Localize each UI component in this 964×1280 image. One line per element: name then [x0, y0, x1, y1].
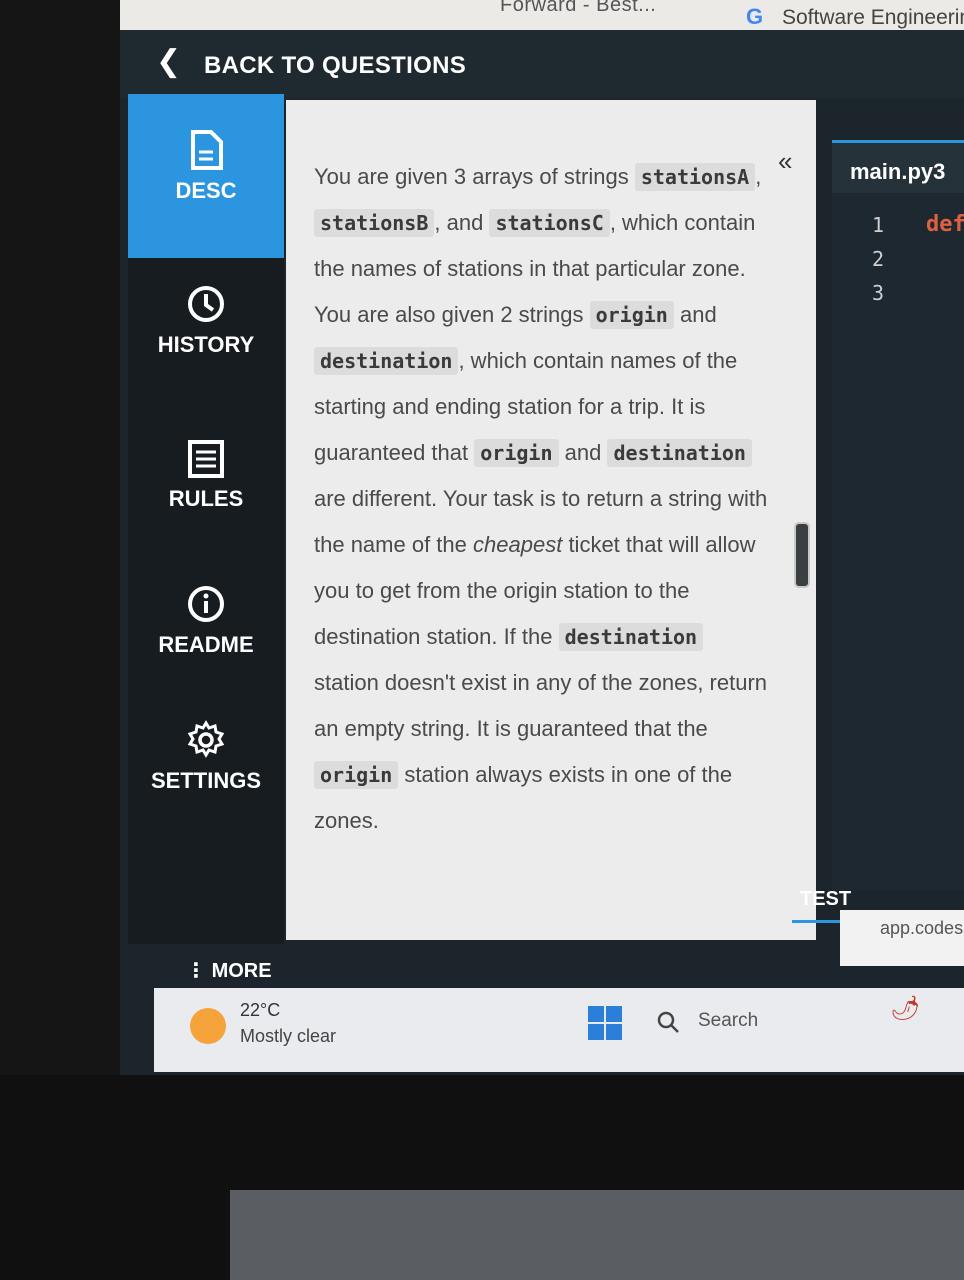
sidebar-item-label: HISTORY [157, 332, 255, 357]
url-status-chip: app.codesi [840, 910, 964, 966]
taskbar-search[interactable]: Search [648, 1002, 848, 1042]
info-icon [188, 586, 224, 622]
sidebar-item-label: README [158, 632, 254, 657]
code-origin: origin [314, 761, 399, 789]
code-destination: destination [558, 623, 704, 651]
back-to-questions-link[interactable]: BACK TO QUESTIONS [204, 52, 466, 80]
description-panel: « You are given 3 arrays of strings stat… [286, 100, 816, 940]
sidebar-item-label: RULES [168, 486, 244, 511]
page-header: ❮ BACK TO QUESTIONS [120, 30, 964, 98]
clock-icon [188, 286, 224, 322]
browser-tab-software-engineering[interactable]: Software Engineerin [782, 6, 964, 30]
line-number: 1 [871, 213, 884, 237]
google-g-icon: G [746, 4, 764, 29]
sidebar: DESC HISTORY RULES README SETTINGS [128, 94, 284, 944]
sidebar-item-settings[interactable]: SETTINGS [128, 720, 284, 830]
search-label: Search [698, 1010, 759, 1031]
sidebar-item-history[interactable]: HISTORY [128, 284, 284, 394]
code-origin: origin [589, 301, 674, 329]
more-label: MORE [211, 960, 272, 982]
file-tab-label: main.py3 [850, 159, 946, 184]
more-menu-button[interactable]: ⋮ MORE [186, 958, 272, 983]
code-stationsC: stationsC [489, 209, 610, 237]
sidebar-item-label: SETTINGS [150, 768, 261, 793]
document-icon [191, 130, 223, 170]
windows-start-icon[interactable] [588, 1006, 622, 1040]
more-vertical-icon: ⋮ [186, 960, 212, 982]
sidebar-item-desc[interactable]: DESC [128, 94, 284, 258]
desc-text: You are given 3 arrays of strings [314, 164, 629, 189]
desc-text: , [755, 164, 762, 189]
status-url: app.codesi [880, 918, 964, 938]
code-stationsA: stationsA [634, 163, 756, 191]
line-number: 2 [871, 247, 884, 271]
desc-text: and [679, 302, 717, 327]
line-number-gutter: 1 2 3 [860, 208, 884, 310]
tab-tests[interactable]: TEST [800, 888, 851, 911]
desc-text: station doesn't exist in any of the zone… [314, 670, 768, 741]
weather-condition[interactable]: Mostly clear [240, 1026, 336, 1047]
pepper-widget-icon[interactable]: 🌶 [890, 994, 920, 1023]
code-destination: destination [607, 439, 752, 467]
list-icon [188, 440, 224, 478]
sidebar-item-label: DESC [175, 178, 237, 203]
desc-emphasis: cheapest [473, 532, 563, 557]
search-icon [657, 1011, 679, 1033]
code-destination: destination [314, 347, 459, 375]
gear-icon [187, 720, 225, 758]
code-origin: origin [474, 439, 559, 467]
desc-text: and [564, 440, 602, 465]
weather-moon-icon[interactable] [190, 1008, 226, 1044]
panel-resize-handle[interactable] [794, 522, 810, 588]
code-line-1[interactable]: def [926, 212, 964, 237]
laptop-keyboard-deck [230, 1190, 964, 1280]
chevron-left-icon[interactable]: ❮ [156, 44, 181, 79]
screen: Forward - Best... G Software Engineerin … [120, 0, 964, 1075]
sidebar-item-rules[interactable]: RULES [128, 440, 284, 550]
line-number: 3 [871, 281, 884, 305]
browser-tab-previous[interactable]: Forward - Best... [500, 0, 656, 17]
problem-description: You are given 3 arrays of strings statio… [314, 154, 774, 844]
weather-temperature[interactable]: 22°C [240, 1000, 280, 1021]
code-stationsB: stationsB [314, 209, 435, 237]
desc-text: , and [434, 210, 484, 235]
double-chevron-left-icon[interactable]: « [778, 146, 792, 177]
code-editor[interactable] [832, 140, 964, 890]
os-taskbar: 22°C Mostly clear Search 🌶 [154, 988, 964, 1072]
editor-file-tab[interactable]: main.py3 [832, 140, 964, 193]
sidebar-item-readme[interactable]: README [128, 584, 284, 694]
